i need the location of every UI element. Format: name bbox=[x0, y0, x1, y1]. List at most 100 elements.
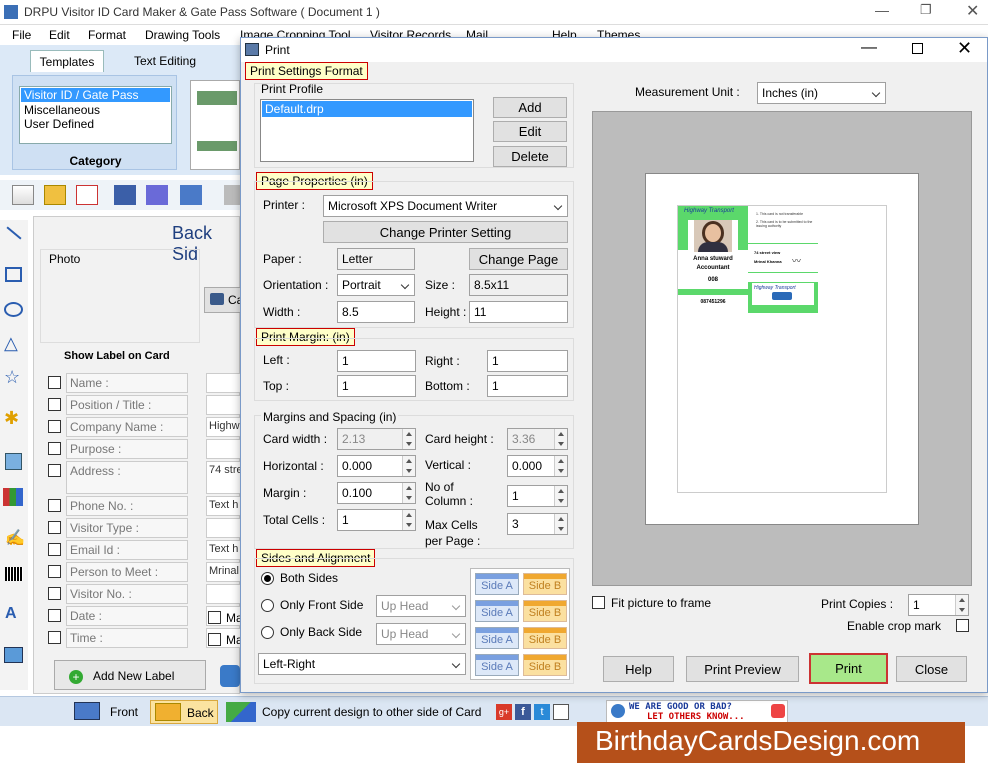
barcode-tool-icon[interactable] bbox=[5, 567, 23, 581]
help-button[interactable]: Help bbox=[603, 656, 674, 682]
label-checkbox[interactable] bbox=[48, 420, 61, 433]
rectangle-tool-icon[interactable] bbox=[5, 267, 22, 282]
print-copies-field[interactable]: 1 bbox=[908, 594, 969, 616]
ma-checkbox[interactable] bbox=[208, 611, 221, 624]
feedback-banner[interactable]: WE ARE GOOD OR BAD? LET OTHERS KNOW... bbox=[606, 700, 788, 724]
label-checkbox[interactable] bbox=[48, 398, 61, 411]
google-plus-icon[interactable]: g+ bbox=[496, 704, 512, 720]
new-icon[interactable] bbox=[12, 185, 34, 205]
height-field[interactable]: 11 bbox=[469, 301, 568, 323]
horizontal-field[interactable]: 0.000 bbox=[337, 455, 416, 477]
side-layout-panel[interactable]: Side A Side B Side A Side B Side A Side B Side… bbox=[470, 568, 570, 680]
signature-tool-icon[interactable]: ✍ bbox=[5, 528, 25, 548]
print-copies-spinner[interactable] bbox=[955, 595, 968, 615]
tab-templates[interactable]: Templates bbox=[30, 50, 104, 72]
triangle-tool-icon[interactable]: △ bbox=[4, 333, 18, 354]
delete-profile-button[interactable]: Delete bbox=[493, 146, 567, 167]
shape-tool-icon[interactable]: ✱ bbox=[4, 408, 19, 429]
side-b-button[interactable]: Side B bbox=[523, 627, 567, 649]
dialog-maximize-icon[interactable] bbox=[912, 43, 923, 54]
fit-picture-checkbox[interactable] bbox=[592, 596, 605, 609]
tab-text-editing[interactable]: Text Editing bbox=[125, 54, 205, 68]
total-cells-spinner[interactable] bbox=[402, 510, 415, 530]
paper-field[interactable]: Letter bbox=[337, 248, 415, 270]
image-tool-icon[interactable] bbox=[5, 453, 22, 470]
side-a-button[interactable]: Side A bbox=[475, 573, 519, 595]
ma-checkbox[interactable] bbox=[208, 633, 221, 646]
twitter-icon[interactable]: t bbox=[534, 704, 550, 720]
vertical-spinner[interactable] bbox=[554, 456, 567, 476]
side-a-button[interactable]: Side A bbox=[475, 654, 519, 676]
category-item-misc[interactable]: Miscellaneous bbox=[20, 103, 171, 117]
right-margin-field[interactable]: 1 bbox=[487, 350, 568, 372]
restore-icon[interactable]: ❐ bbox=[920, 2, 932, 18]
card-width-field[interactable]: 2.13 bbox=[337, 428, 416, 450]
printer-select[interactable]: Microsoft XPS Document Writer bbox=[323, 195, 568, 217]
left-margin-field[interactable]: 1 bbox=[337, 350, 416, 372]
no-of-column-spinner[interactable] bbox=[554, 486, 567, 506]
change-page-button[interactable]: Change Page bbox=[469, 248, 568, 270]
save-icon[interactable] bbox=[114, 185, 136, 205]
save-as-icon[interactable] bbox=[146, 185, 168, 205]
only-back-radio[interactable] bbox=[261, 626, 274, 639]
horizontal-spinner[interactable] bbox=[402, 456, 415, 476]
close-button[interactable]: Close bbox=[896, 656, 967, 682]
menu-format[interactable]: Format bbox=[88, 28, 126, 42]
back-button[interactable]: Back bbox=[150, 700, 218, 724]
card-width-spinner[interactable] bbox=[402, 429, 415, 449]
star-tool-icon[interactable]: ☆ bbox=[4, 367, 20, 388]
margin-spinner[interactable] bbox=[402, 483, 415, 503]
library-tool-icon[interactable] bbox=[3, 488, 23, 506]
alignment-select[interactable]: Left-Right bbox=[258, 653, 466, 675]
total-cells-field[interactable]: 1 bbox=[337, 509, 416, 531]
copy-design-button[interactable]: Copy current design to other side of Car… bbox=[224, 700, 486, 724]
share-icon[interactable] bbox=[553, 704, 569, 720]
margin-field[interactable]: 0.100 bbox=[337, 482, 416, 504]
profile-item[interactable]: Default.drp bbox=[262, 101, 472, 117]
close-doc-icon[interactable] bbox=[76, 185, 98, 205]
front-button[interactable]: Front bbox=[70, 700, 146, 724]
side-a-button[interactable]: Side A bbox=[475, 600, 519, 622]
front-head-select[interactable]: Up Head bbox=[376, 595, 466, 617]
max-cells-spinner[interactable] bbox=[554, 514, 567, 534]
side-b-button[interactable]: Side B bbox=[523, 600, 567, 622]
print-preview-button[interactable]: Print Preview bbox=[686, 656, 799, 682]
only-front-radio[interactable] bbox=[261, 599, 274, 612]
print-button[interactable]: Print bbox=[809, 653, 888, 684]
label-checkbox[interactable] bbox=[48, 631, 61, 644]
measurement-unit-select[interactable]: Inches (in) bbox=[757, 82, 886, 104]
text-tool-icon[interactable]: A bbox=[5, 605, 17, 623]
side-a-button[interactable]: Side A bbox=[475, 627, 519, 649]
back-head-select[interactable]: Up Head bbox=[376, 623, 466, 645]
minimize-icon[interactable]: — bbox=[875, 2, 889, 18]
vertical-field[interactable]: 0.000 bbox=[507, 455, 568, 477]
card-height-spinner[interactable] bbox=[554, 429, 567, 449]
bottom-margin-field[interactable]: 1 bbox=[487, 375, 568, 397]
label-checkbox[interactable] bbox=[48, 565, 61, 578]
orientation-select[interactable]: Portrait bbox=[337, 274, 415, 296]
label-checkbox[interactable] bbox=[48, 609, 61, 622]
label-checkbox[interactable] bbox=[48, 442, 61, 455]
label-checkbox[interactable] bbox=[48, 543, 61, 556]
label-checkbox[interactable] bbox=[48, 376, 61, 389]
card-height-field[interactable]: 3.36 bbox=[507, 428, 568, 450]
both-sides-radio[interactable] bbox=[261, 572, 274, 585]
menu-edit[interactable]: Edit bbox=[49, 28, 70, 42]
size-field[interactable]: 8.5x11 bbox=[469, 274, 568, 296]
no-of-column-field[interactable]: 1 bbox=[507, 485, 568, 507]
edit-profile-button[interactable]: Edit bbox=[493, 121, 567, 142]
side-b-button[interactable]: Side B bbox=[523, 573, 567, 595]
dialog-minimize-icon[interactable]: — bbox=[861, 39, 877, 57]
export-icon[interactable] bbox=[180, 185, 202, 205]
template-thumbnail[interactable] bbox=[190, 80, 240, 170]
label-checkbox[interactable] bbox=[48, 587, 61, 600]
database-icon[interactable] bbox=[220, 665, 240, 687]
category-item-user[interactable]: User Defined bbox=[20, 117, 171, 131]
close-icon[interactable]: ✕ bbox=[966, 1, 979, 21]
menu-drawing-tools[interactable]: Drawing Tools bbox=[145, 28, 220, 42]
facebook-icon[interactable]: f bbox=[515, 704, 531, 720]
crop-mark-checkbox[interactable] bbox=[956, 619, 969, 632]
add-profile-button[interactable]: Add bbox=[493, 97, 567, 118]
menu-file[interactable]: File bbox=[12, 28, 31, 42]
add-new-label-button[interactable]: + Add New Label bbox=[54, 660, 206, 690]
